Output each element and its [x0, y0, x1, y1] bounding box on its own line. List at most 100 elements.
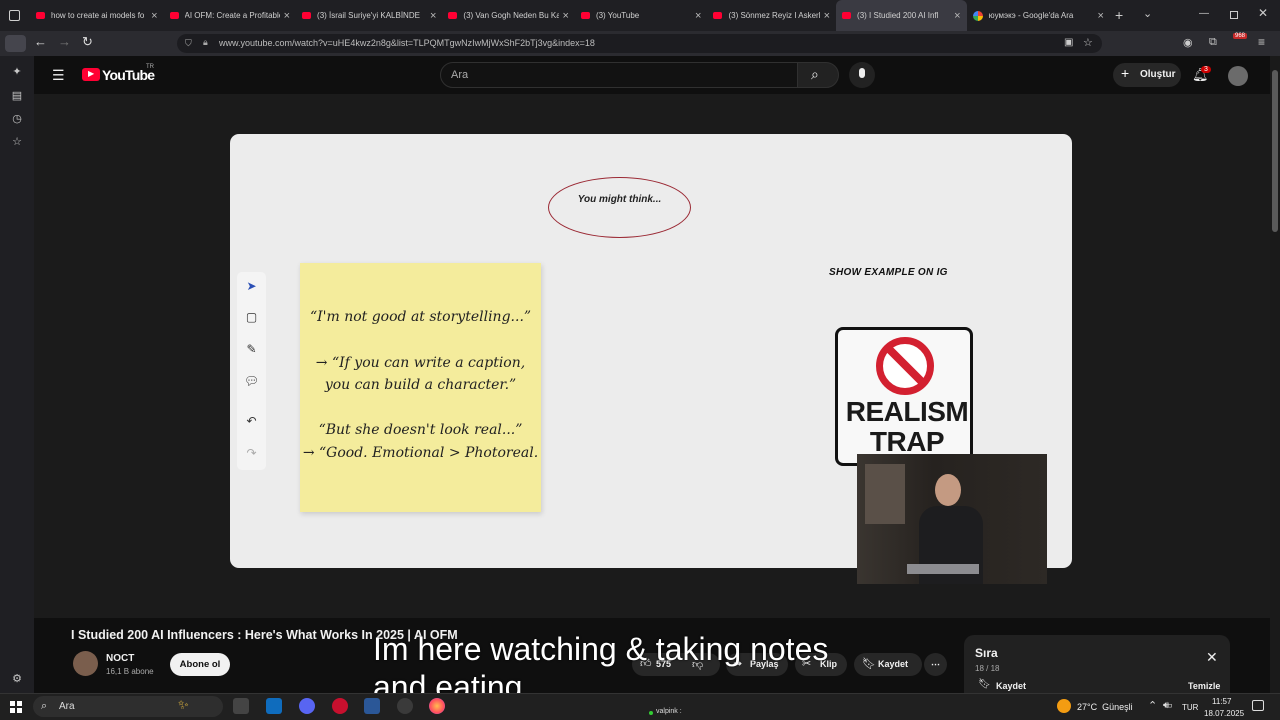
laptop [907, 564, 979, 574]
recording-app-icon[interactable] [397, 698, 413, 714]
tab-7[interactable]: (3) I Studied 200 AI Infl × [836, 0, 967, 31]
browser-tab-bar: how to create ai models fo × AI OFM: Creat… [0, 0, 1280, 31]
clock-date[interactable]: 18.07.2025 [1204, 709, 1244, 718]
windows-start-icon[interactable] [10, 701, 22, 713]
tab-close-icon[interactable]: × [954, 10, 960, 22]
new-tab-icon[interactable]: + [1115, 7, 1123, 23]
queue-title: Sıra [975, 646, 998, 660]
microphone-icon [859, 68, 865, 78]
thought-bubble-text: You might think... [577, 194, 662, 205]
window-light [865, 464, 905, 524]
youtube-favicon-icon [169, 12, 179, 19]
back-icon[interactable]: ← [34, 34, 47, 49]
close-window-icon[interactable]: ✕ [1258, 6, 1268, 20]
taskbar-app-label[interactable]: valpink : [656, 708, 682, 715]
tab-actions-icon[interactable] [9, 10, 20, 21]
file-explorer-icon[interactable] [364, 698, 380, 714]
bookmarks-icon[interactable]: ☆ [10, 135, 24, 149]
outlook-icon[interactable] [266, 698, 282, 714]
synced-tabs-icon[interactable]: ▤ [10, 89, 24, 103]
tab-1[interactable]: how to create ai models fo × [30, 0, 164, 31]
volume-icon[interactable]: 🔊︎ [1163, 700, 1169, 711]
scrollbar-thumb[interactable] [1272, 70, 1278, 232]
tab-close-icon[interactable]: × [284, 10, 290, 22]
whiteboard-toolbar [237, 272, 266, 470]
search-input[interactable]: Ara [440, 62, 798, 88]
tab-3[interactable]: (3) İsrail Suriye'yi KALBİNDE × [296, 0, 442, 31]
reload-icon[interactable]: ↻ [82, 34, 93, 50]
queue-clear-button[interactable]: Temizle [1188, 681, 1220, 691]
subscriber-count: 16,1 B abone [106, 667, 154, 676]
discord-icon[interactable] [299, 698, 315, 714]
subscribe-button[interactable]: Abone ol [170, 653, 230, 676]
tab-list-chevron-icon[interactable]: ⌄ [1143, 7, 1152, 20]
tab-2[interactable]: AI OFM: Create a Profitable × [164, 0, 297, 31]
restore-icon[interactable] [1230, 11, 1238, 19]
reader-view-icon[interactable]: ▣ [1064, 37, 1073, 48]
tray-chevron-icon[interactable]: ⌃ [1148, 699, 1157, 712]
channel-name[interactable]: NOCT [106, 653, 134, 664]
settings-icon[interactable]: ⚙ [10, 672, 24, 686]
tab-close-icon[interactable]: × [563, 10, 569, 22]
note-line-1: “I'm not good at storytelling...” [309, 309, 532, 325]
weather-icon [1057, 699, 1071, 713]
tab-close-icon[interactable]: × [695, 10, 701, 22]
clock-time[interactable]: 11:57 [1212, 697, 1231, 706]
queue-close-icon[interactable]: ✕ [1206, 649, 1218, 666]
sidebar-toggle-icon[interactable] [5, 35, 26, 52]
caption-line-1: Im here watching & taking notes [373, 631, 829, 667]
bookmark-star-icon[interactable]: ☆ [1083, 36, 1093, 49]
firefox-icon[interactable] [429, 698, 445, 714]
task-view-icon[interactable] [233, 698, 249, 714]
tab-6[interactable]: (3) Sönmez Reyiz I Askerlik × [707, 0, 836, 31]
extensions-icon[interactable]: ⧉ [1209, 36, 1217, 49]
user-avatar[interactable] [1228, 66, 1248, 86]
tab-close-icon[interactable]: × [430, 10, 436, 22]
tab-4[interactable]: (3) Van Gogh Neden Bu Ka × [442, 0, 575, 31]
save-label: Kaydet [878, 659, 909, 669]
ai-chat-icon[interactable]: ✦ [10, 65, 24, 79]
language-indicator[interactable]: TUR [1182, 703, 1198, 712]
hamburger-menu-icon[interactable]: ☰ [52, 67, 65, 84]
minimize-icon[interactable]: — [1199, 8, 1209, 19]
tab-close-icon[interactable]: × [151, 10, 157, 22]
search-icon: ⌕ [811, 66, 819, 82]
tab-close-icon[interactable]: × [824, 10, 830, 22]
tab-8[interactable]: юумэкэ - Google'da Ara × [967, 0, 1110, 31]
youtube-favicon-icon [36, 12, 45, 19]
opera-icon[interactable] [332, 698, 348, 714]
more-actions-button[interactable]: ⋯ [924, 653, 947, 676]
redo-icon: ↷ [246, 446, 257, 460]
sign-text-line-1: REALISM [845, 396, 969, 427]
queue-bookmark-icon: 🔖︎ [978, 679, 991, 690]
queue-save-button[interactable]: Kaydet [996, 681, 1026, 691]
tab-title: (3) Sönmez Reyiz I Askerlik [728, 11, 820, 20]
presenter-camera-overlay [857, 454, 1047, 584]
taskbar-search[interactable]: Ara [33, 696, 223, 717]
search-button[interactable]: ⌕ [797, 62, 839, 88]
youtube-favicon-icon [713, 12, 723, 19]
tab-title: (3) I Studied 200 AI Infl [857, 11, 939, 20]
youtube-favicon-icon [842, 12, 852, 19]
pointer-tool-icon: ➤ [246, 279, 257, 293]
bookmark-icon: 🔖︎ [862, 658, 876, 670]
youtube-favicon-icon [448, 12, 458, 19]
weather-text[interactable]: 27°C Güneşli [1077, 702, 1133, 712]
voice-search-button[interactable] [849, 62, 875, 88]
shield-icon[interactable]: ⛉ [185, 38, 192, 49]
history-icon[interactable]: ◷ [10, 112, 24, 126]
channel-avatar[interactable] [73, 651, 98, 676]
notification-center-icon[interactable] [1252, 700, 1264, 711]
menu-icon[interactable]: ≡ [1258, 35, 1265, 49]
addon-badge[interactable]: 968 [1233, 33, 1248, 39]
taskbar-search-icon: ⌕ [41, 700, 48, 712]
tab-title: AI OFM: Create a Profitable [184, 11, 280, 20]
tab-close-icon[interactable]: × [1098, 10, 1104, 22]
plus-icon: + [1121, 65, 1130, 81]
tab-5[interactable]: (3) YouTube × [575, 0, 708, 31]
address-field[interactable]: www.youtube.com/watch?v=uHE4kwz2n8g&list… [177, 34, 1102, 53]
forward-icon[interactable]: → [58, 34, 71, 49]
account-icon[interactable]: ◉ [1183, 36, 1193, 49]
notification-count: 3 [1201, 66, 1211, 73]
create-label: Oluştur [1140, 69, 1176, 80]
